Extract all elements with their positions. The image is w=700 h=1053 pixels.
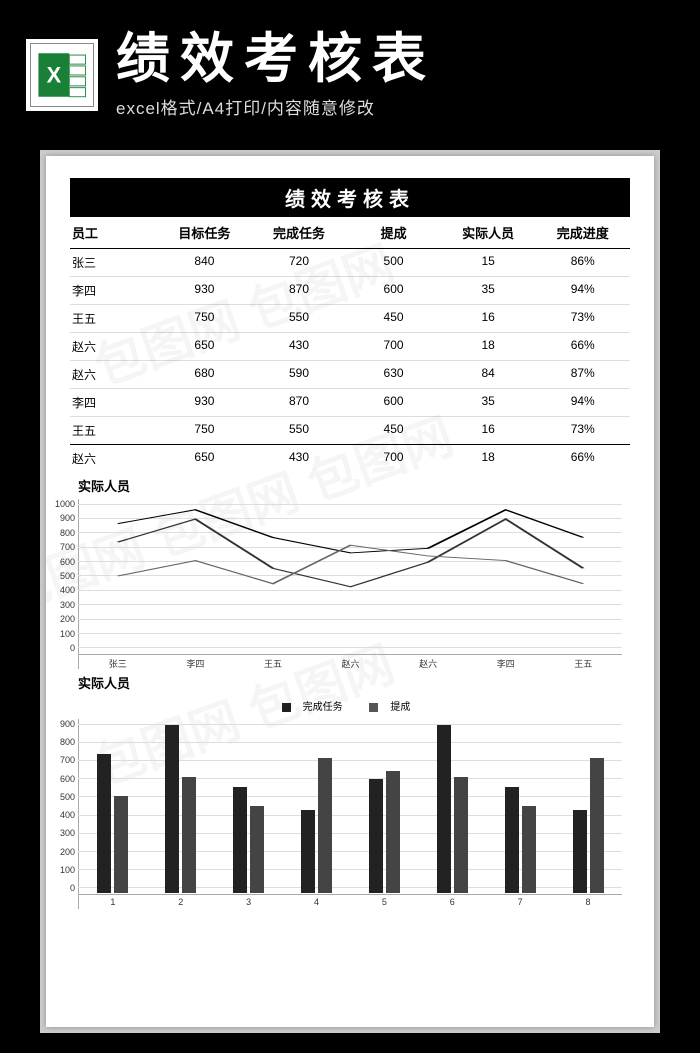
table-row: 李四9308706003594% [70,276,630,304]
col-complete: 完成任务 [252,223,347,242]
table-row: 赵六6805906308487% [70,360,630,388]
paper-shadow: 包图网 包图网 包图网 包图网 包图网 包图网 包图网 绩效考核表 员工 目标任… [40,150,660,1033]
table-row: 王五7505504501673% [70,304,630,332]
banner-text: 绩效考核表 excel格式/A4打印/内容随意修改 [116,32,436,119]
col-target: 目标任务 [157,223,252,242]
table-body: 张三8407205001586%李四9308706003594%王五750550… [70,249,630,472]
col-commission: 提成 [346,223,441,242]
svg-text:X: X [47,62,62,87]
banner-title: 绩效考核表 [116,32,436,86]
bar-chart-legend: 完成任务 提成 [70,696,630,719]
document-title: 绩效考核表 [70,178,630,217]
table-header: 员工 目标任务 完成任务 提成 实际人员 完成进度 [70,217,630,249]
line-chart: 10009008007006005004003002001000 张三李四王五赵… [78,499,622,669]
table-row: 王五7505504501673% [70,416,630,444]
template-frame: X 绩效考核表 excel格式/A4打印/内容随意修改 包图网 包图网 包图网 … [0,0,700,1053]
banner-subtitle: excel格式/A4打印/内容随意修改 [116,94,436,119]
bar-chart: 9008007006005004003002001000 12345678 [78,719,622,909]
table-row: 李四9308706003594% [70,388,630,416]
table-row: 张三8407205001586% [70,249,630,276]
banner: X 绩效考核表 excel格式/A4打印/内容随意修改 [0,20,700,130]
col-actual: 实际人员 [441,223,536,242]
table-row: 赵六6504307001866% [70,444,630,472]
document-paper: 包图网 包图网 包图网 包图网 包图网 包图网 包图网 绩效考核表 员工 目标任… [46,156,654,1027]
col-progress: 完成进度 [535,223,630,242]
table-row: 赵六6504307001866% [70,332,630,360]
excel-icon: X [26,39,98,111]
line-chart-title: 实际人员 [70,472,630,499]
bar-chart-title: 实际人员 [70,669,630,696]
col-employee: 员工 [70,223,157,242]
